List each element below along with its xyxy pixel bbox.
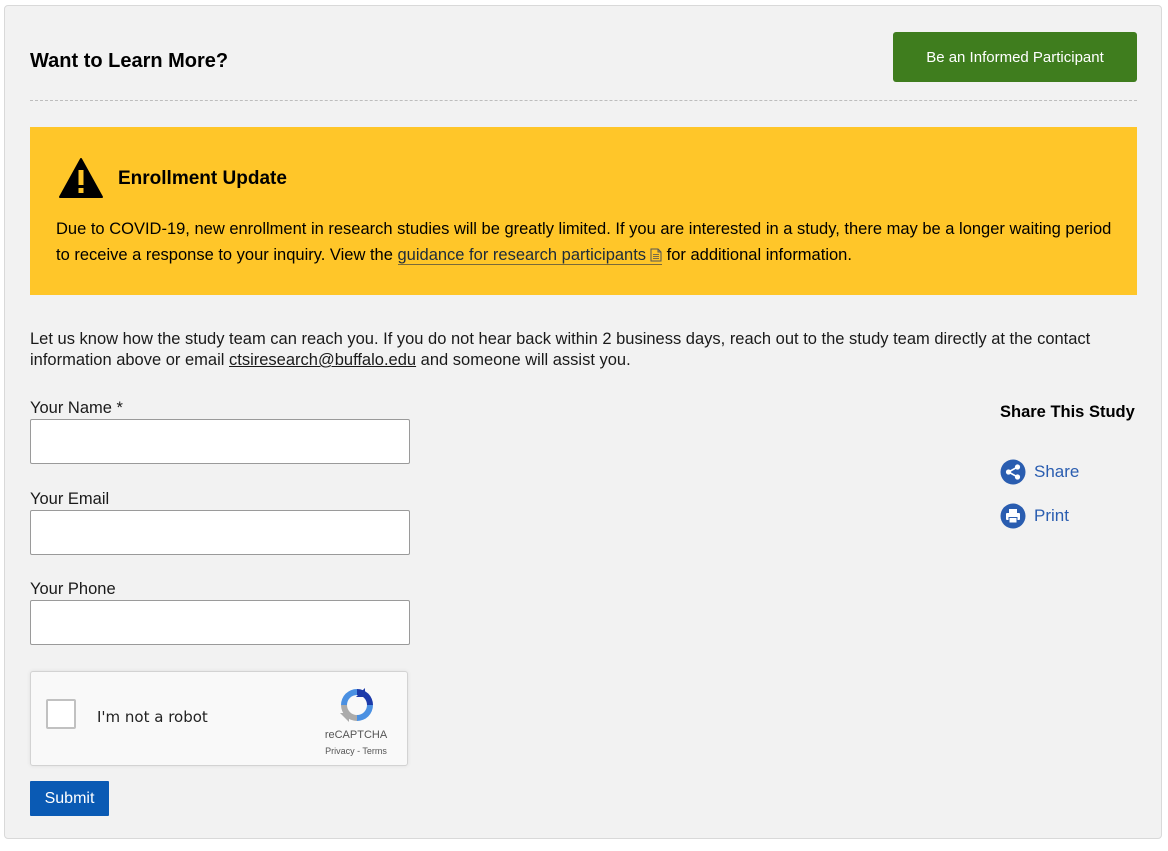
name-label: Your Name * (30, 399, 123, 417)
intro-text-after: and someone will assist you. (416, 351, 631, 369)
page-title: Want to Learn More? (30, 50, 229, 72)
recaptcha-brand: reCAPTCHA (324, 729, 388, 741)
phone-field[interactable] (30, 600, 410, 645)
submit-button[interactable]: Submit (30, 781, 109, 816)
recaptcha-links[interactable]: Privacy - Terms (311, 746, 401, 756)
contact-intro: Let us know how the study team can reach… (30, 329, 1120, 371)
email-label: Your Email (30, 490, 110, 508)
print-label: Print (1034, 506, 1069, 525)
enrollment-alert: Enrollment Update Due to COVID-19, new e… (30, 127, 1137, 295)
learn-more-panel: Want to Learn More? Be an Informed Parti… (4, 5, 1162, 839)
recaptcha-checkbox[interactable] (46, 699, 76, 729)
warning-icon (59, 158, 103, 198)
alert-text-after: for additional information. (662, 246, 852, 264)
guidance-link[interactable]: guidance for research participants (397, 246, 663, 265)
alert-title: Enrollment Update (118, 168, 287, 189)
recaptcha-widget: I'm not a robot reCAPTCHA Privacy - Term… (30, 671, 408, 766)
print-icon (1000, 503, 1026, 529)
share-title: Share This Study (1000, 403, 1135, 421)
recaptcha-icon (340, 688, 373, 722)
divider (30, 100, 1137, 101)
email-link[interactable]: ctsiresearch@buffalo.edu (229, 351, 416, 369)
share-link[interactable]: Share (1000, 459, 1079, 485)
document-icon (650, 248, 662, 262)
recaptcha-label: I'm not a robot (97, 708, 208, 726)
phone-label: Your Phone (30, 580, 116, 598)
share-icon (1000, 459, 1026, 485)
print-link[interactable]: Print (1000, 503, 1069, 529)
email-field[interactable] (30, 510, 410, 555)
name-field[interactable] (30, 419, 410, 464)
guidance-link-label: guidance for research participants (397, 246, 647, 264)
informed-participant-button[interactable]: Be an Informed Participant (893, 32, 1137, 82)
share-label: Share (1034, 462, 1080, 481)
alert-body: Due to COVID-19, new enrollment in resea… (56, 216, 1116, 268)
